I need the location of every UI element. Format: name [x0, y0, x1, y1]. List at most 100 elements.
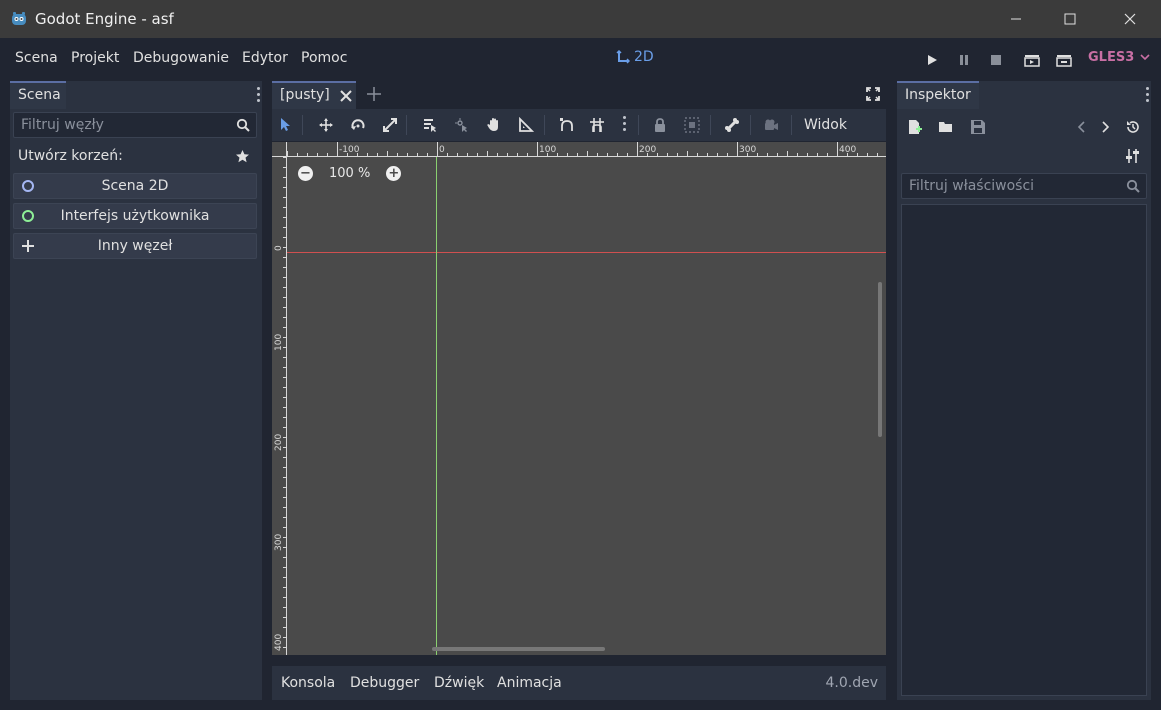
- menu-scena[interactable]: Scena: [15, 50, 58, 66]
- horizontal-scrollbar[interactable]: [432, 647, 605, 651]
- ruler-label: -100: [339, 145, 360, 155]
- select-mode-icon[interactable]: [278, 117, 294, 133]
- snap-options-icon[interactable]: [623, 116, 627, 131]
- scale-mode-icon[interactable]: [382, 117, 398, 133]
- new-resource-icon[interactable]: [907, 119, 923, 135]
- canvas-toolbar: Widok: [272, 109, 886, 141]
- stop-button[interactable]: [988, 53, 1004, 67]
- tab-empty-scene[interactable]: [pusty]: [272, 81, 356, 109]
- close-icon: [1124, 13, 1136, 25]
- ruler-label: 300: [274, 534, 284, 551]
- version-label[interactable]: 4.0.dev: [826, 675, 879, 691]
- search-icon: [236, 118, 250, 132]
- renderer-selector[interactable]: GLES3: [1088, 50, 1150, 65]
- scene-tab-label: [pusty]: [280, 87, 330, 103]
- play-button[interactable]: [924, 53, 940, 67]
- menu-pomoc[interactable]: Pomoc: [301, 50, 347, 66]
- group-icon[interactable]: [684, 117, 700, 133]
- canvas-viewport[interactable]: -100 0 100 200 300 400 0 100 200 300 400…: [272, 142, 886, 655]
- history-icon[interactable]: [1125, 119, 1141, 135]
- camera-override-icon[interactable]: [763, 117, 779, 133]
- minimize-icon: [1011, 18, 1021, 20]
- godot-logo-icon: [10, 10, 28, 28]
- play-custom-scene-button[interactable]: [1056, 53, 1072, 67]
- node-filter-input[interactable]: Filtruj węzły: [13, 112, 257, 138]
- list-select-icon[interactable]: [422, 117, 438, 133]
- smart-snap-icon[interactable]: [559, 117, 575, 133]
- tab-animation[interactable]: Animacja: [497, 675, 562, 691]
- ruler-label: 200: [274, 434, 284, 451]
- minimize-button[interactable]: [993, 0, 1039, 38]
- pan-mode-icon[interactable]: [486, 117, 502, 133]
- stop-icon: [991, 55, 1001, 65]
- clapperboard-play-icon: [1024, 55, 1040, 67]
- zoom-level-button[interactable]: 100 %: [329, 166, 370, 181]
- tab-console[interactable]: Konsola: [281, 675, 335, 691]
- close-window-button[interactable]: [1107, 0, 1153, 38]
- menu-debugowanie[interactable]: Debugowanie: [133, 50, 229, 66]
- window-title: Godot Engine - asf: [35, 10, 174, 28]
- ruler-horizontal: -100 0 100 200 300 400: [272, 142, 886, 157]
- distraction-free-icon[interactable]: [866, 87, 880, 101]
- menu-projekt[interactable]: Projekt: [71, 50, 119, 66]
- inspector-dock: Inspektor Filtruj właściwości: [897, 81, 1151, 700]
- pause-icon: [960, 55, 968, 65]
- open-folder-icon[interactable]: [938, 119, 954, 135]
- zoom-in-button[interactable]: +: [386, 166, 402, 181]
- tab-inspector[interactable]: Inspektor: [897, 81, 979, 109]
- bottom-panel: Konsola Debugger Dźwięk Animacja 4.0.dev: [272, 666, 886, 700]
- add-tab-icon[interactable]: [367, 87, 381, 101]
- create-ui-button[interactable]: Interfejs użytkownika: [13, 203, 257, 229]
- create-other-node-button[interactable]: Inny węzeł: [13, 233, 257, 259]
- node-filter-placeholder: Filtruj węzły: [21, 117, 104, 133]
- history-back-icon[interactable]: [1074, 119, 1090, 135]
- pause-button[interactable]: [956, 53, 972, 67]
- ruler-corner: [272, 142, 287, 157]
- object-properties-icon[interactable]: [1125, 148, 1141, 164]
- bone-icon[interactable]: [724, 117, 740, 133]
- maximize-icon: [1064, 13, 1076, 25]
- tab-scene[interactable]: Scena: [10, 81, 66, 109]
- renderer-label: GLES3: [1088, 50, 1135, 65]
- ruler-label: 400: [839, 145, 856, 155]
- ruler-label: 100: [539, 145, 556, 155]
- tab-audio[interactable]: Dźwięk: [434, 675, 484, 691]
- view-menu[interactable]: Widok: [804, 117, 847, 133]
- pivot-mode-icon[interactable]: [454, 117, 470, 133]
- create-2d-scene-button[interactable]: Scena 2D: [13, 173, 257, 199]
- tab-debugger[interactable]: Debugger: [350, 675, 419, 691]
- ruler-label: 200: [639, 145, 656, 155]
- maximize-button[interactable]: [1047, 0, 1093, 38]
- vertical-scrollbar[interactable]: [878, 282, 882, 437]
- ruler-label: 0: [439, 145, 445, 155]
- canvas-grid: [287, 157, 886, 655]
- close-tab-icon[interactable]: [340, 90, 352, 102]
- clapperboard-custom-icon: [1056, 55, 1072, 67]
- mode-2d-label: 2D: [634, 49, 654, 65]
- ruler-label: 400: [274, 634, 284, 651]
- history-forward-icon[interactable]: [1097, 119, 1113, 135]
- zoom-out-button[interactable]: −: [298, 166, 313, 181]
- create-ui-label: Interfejs użytkownika: [60, 208, 210, 224]
- menu-bar: Scena Projekt Debugowanie Edytor Pomoc 2…: [0, 38, 1161, 80]
- favorites-star-icon[interactable]: [235, 149, 250, 164]
- grid-snap-icon[interactable]: [589, 117, 605, 133]
- menu-edytor[interactable]: Edytor: [242, 50, 288, 66]
- scene-tabs: [pusty]: [270, 81, 888, 109]
- inspector-property-list: [901, 204, 1147, 696]
- ruler-label: 100: [274, 334, 284, 351]
- ruler-mode-icon[interactable]: [518, 117, 534, 133]
- dock-options-icon[interactable]: [257, 87, 261, 105]
- move-mode-icon[interactable]: [318, 117, 334, 133]
- chevron-down-icon: [1140, 54, 1150, 61]
- rotate-mode-icon[interactable]: [350, 117, 366, 133]
- lock-icon[interactable]: [652, 117, 668, 133]
- play-scene-button[interactable]: [1024, 53, 1040, 67]
- mode-2d-button[interactable]: 2D: [616, 49, 654, 65]
- property-filter-input[interactable]: Filtruj właściwości: [901, 173, 1147, 199]
- play-icon: [928, 55, 937, 65]
- ruler-label: 0: [274, 245, 284, 251]
- dock-options-icon[interactable]: [1146, 87, 1150, 105]
- save-icon[interactable]: [970, 119, 986, 135]
- 2d-axis-icon: [616, 50, 630, 64]
